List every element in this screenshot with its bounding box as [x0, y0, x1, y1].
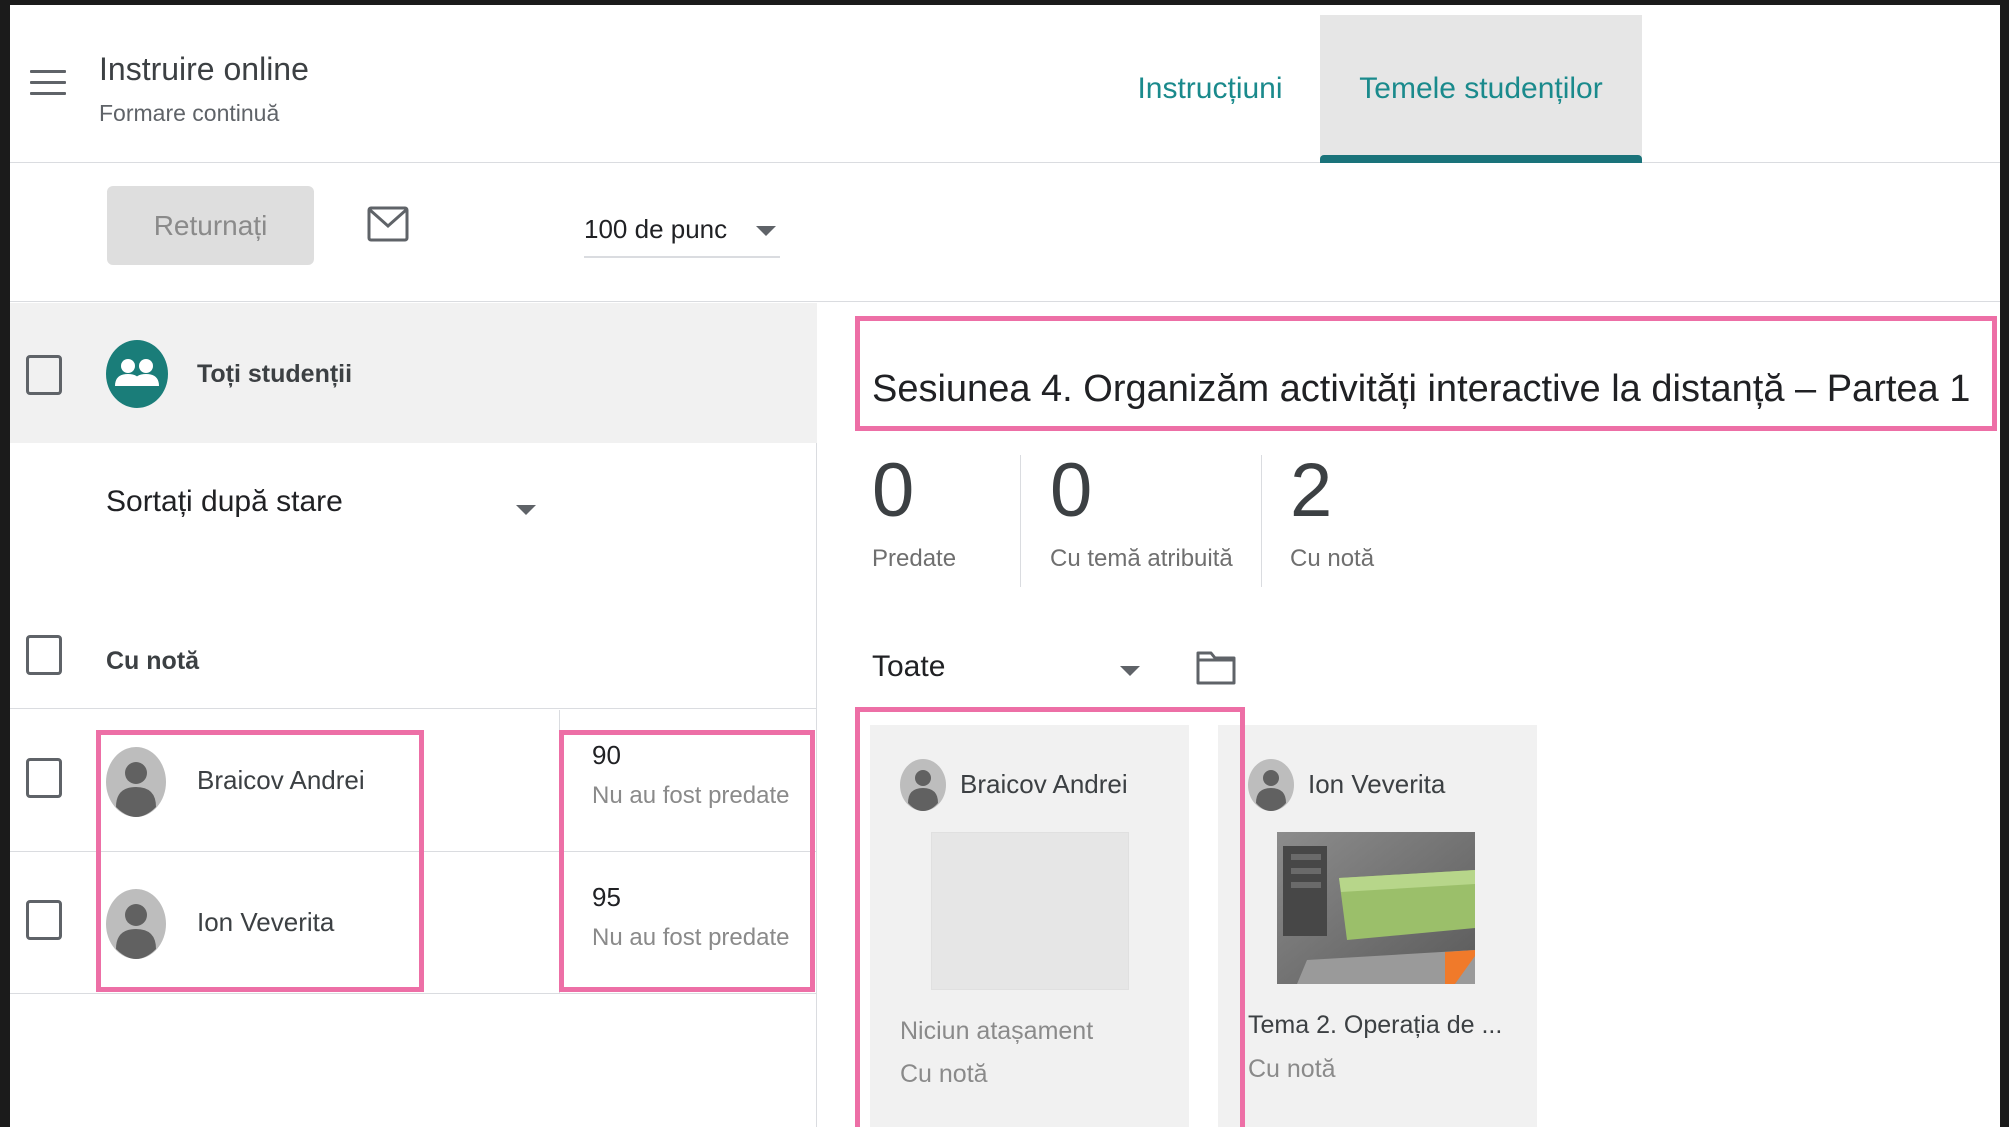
tab-student-work-label: Temele studenților	[1359, 72, 1603, 105]
stat-number: 2	[1290, 448, 1333, 533]
menu-icon[interactable]	[30, 70, 66, 100]
student-grade: 95	[592, 882, 621, 912]
student-row[interactable]: Ion Veverita 95 Nu au fost predate	[10, 852, 817, 994]
sort-value: Sortați după stare	[106, 485, 343, 518]
group-label: Cu notă	[106, 647, 200, 675]
grade-cell[interactable]: 90 Nu au fost predate	[559, 710, 817, 852]
submission-status: Nu au fost predate	[592, 924, 790, 951]
stat-number: 0	[872, 448, 915, 533]
class-title: Instruire online	[99, 51, 309, 87]
card-status: Cu notă	[900, 1060, 988, 1088]
card-status: Cu notă	[1248, 1055, 1336, 1083]
graded-group-row: Cu notă	[10, 613, 817, 709]
dropdown-arrow-icon	[1120, 666, 1140, 676]
filter-value: Toate	[872, 650, 946, 683]
stat-label: Cu notă	[1290, 545, 1375, 572]
submission-card[interactable]: Braicov Andrei Niciun atașament Cu notă	[870, 725, 1189, 1127]
all-students-row[interactable]: Toți studenții	[10, 303, 817, 443]
folder-icon[interactable]	[1195, 646, 1237, 686]
select-group-checkbox[interactable]	[26, 635, 62, 675]
person-icon	[900, 759, 946, 811]
stat-label: Predate	[872, 545, 957, 572]
assignment-panel: Sesiunea 4. Organizăm activități interac…	[818, 303, 2000, 1127]
class-subtitle: Formare continuă	[99, 100, 280, 126]
student-checkbox[interactable]	[26, 758, 62, 798]
dropdown-arrow-icon	[756, 226, 776, 236]
toolbar: Returnați 100 de punc	[10, 164, 2000, 302]
mail-icon[interactable]	[367, 206, 409, 242]
assignment-title: Sesiunea 4. Organizăm activități interac…	[872, 368, 1971, 410]
student-name: Ion Veverita	[197, 907, 335, 937]
card-student-name: Ion Veverita	[1308, 769, 1446, 799]
points-value: 100 de punc	[584, 214, 728, 244]
card-student-name: Braicov Andrei	[960, 769, 1128, 799]
stat-number: 0	[1050, 448, 1093, 533]
app-window: Instruire online Formare continuă Instru…	[10, 5, 2000, 1127]
divider	[1020, 455, 1021, 587]
person-icon	[106, 747, 166, 817]
student-grade: 90	[592, 740, 621, 770]
grade-cell[interactable]: 95 Nu au fost predate	[559, 852, 817, 994]
dropdown-arrow-icon	[516, 505, 536, 515]
active-tab-indicator	[1320, 155, 1642, 163]
empty-attachment-thumbnail	[931, 832, 1129, 990]
filter-dropdown[interactable]: Toate	[872, 650, 1140, 700]
student-list-panel: Toți studenții Sortați după stare Cu not…	[10, 303, 817, 1127]
class-header: Instruire online Formare continuă Instru…	[10, 15, 2000, 163]
student-name: Braicov Andrei	[197, 765, 365, 795]
tab-instructions[interactable]: Instrucțiuni	[1110, 15, 1310, 163]
attachment-thumbnail[interactable]	[1277, 832, 1475, 984]
tab-instructions-label: Instrucțiuni	[1137, 72, 1283, 105]
select-all-checkbox[interactable]	[26, 355, 62, 395]
tab-student-work[interactable]: Temele studenților	[1320, 15, 1642, 163]
person-icon	[106, 889, 166, 959]
sort-dropdown[interactable]: Sortați după stare	[106, 485, 536, 535]
return-button[interactable]: Returnați	[107, 186, 314, 265]
submission-status: Nu au fost predate	[592, 782, 790, 809]
student-checkbox[interactable]	[26, 900, 62, 940]
points-dropdown[interactable]: 100 de punc	[584, 208, 780, 258]
stat-assigned[interactable]: 0 Cu temă atribuită	[1050, 453, 1233, 573]
stat-label: Cu temă atribuită	[1050, 545, 1233, 572]
stat-turned-in[interactable]: 0 Predate	[872, 453, 956, 573]
group-icon	[106, 340, 168, 408]
student-row[interactable]: Braicov Andrei 90 Nu au fost predate	[10, 710, 817, 852]
stat-graded[interactable]: 2 Cu notă	[1290, 453, 1374, 573]
attachment-label[interactable]: Tema 2. Operația de ...	[1248, 1011, 1502, 1040]
all-students-label: Toți studenții	[197, 360, 353, 388]
person-icon	[1248, 759, 1294, 811]
submission-card[interactable]: Ion Veverita Tema 2. Operația de ... Cu …	[1218, 725, 1537, 1127]
attachment-label: Niciun atașament	[900, 1017, 1094, 1045]
divider	[1261, 455, 1262, 587]
